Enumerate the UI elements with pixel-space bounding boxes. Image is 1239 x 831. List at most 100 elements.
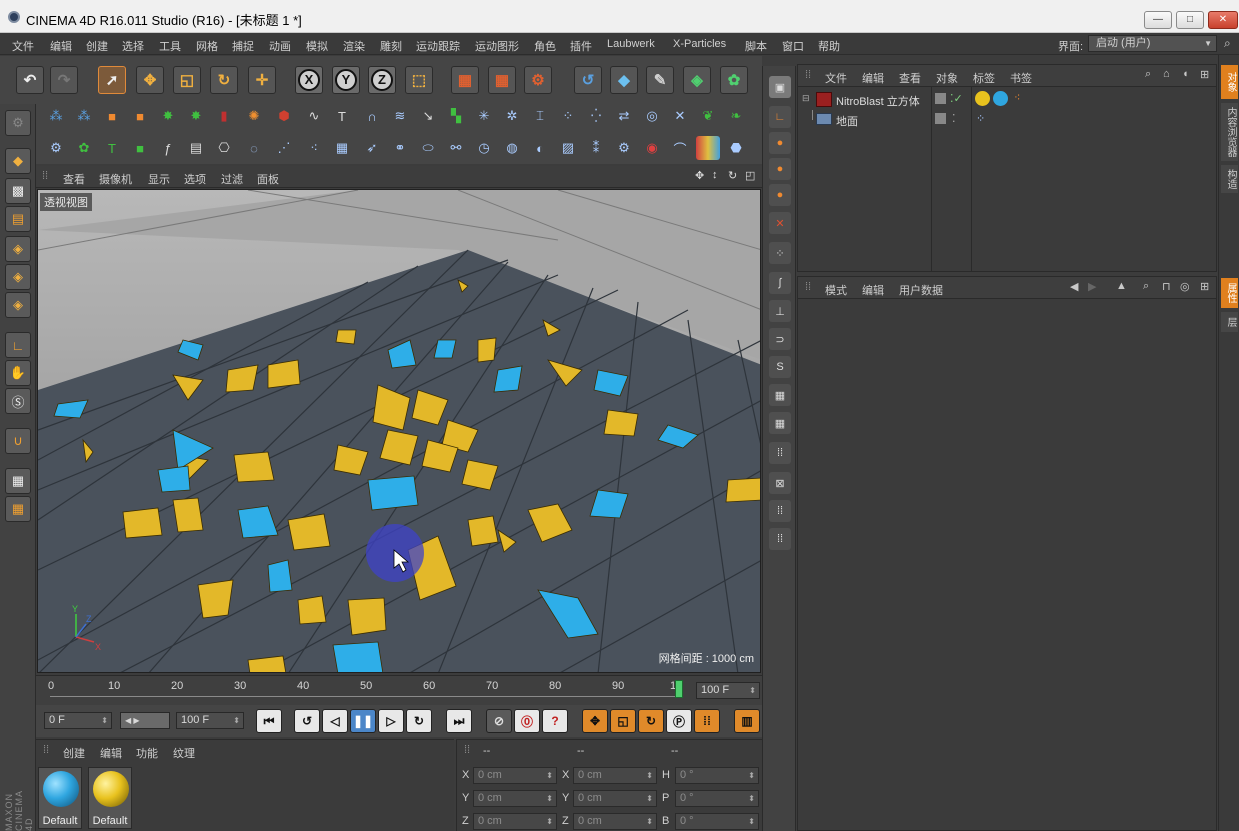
- palette-spline-icon[interactable]: ∫: [769, 272, 791, 294]
- xp-magnet-icon[interactable]: ∩: [360, 104, 384, 128]
- spinner-icon[interactable]: ⬍: [749, 683, 756, 698]
- menu-character[interactable]: 角色: [534, 38, 556, 54]
- collider-tag-icon[interactable]: ⁘: [976, 112, 985, 125]
- viewport-menu-panel[interactable]: 面板: [257, 171, 279, 187]
- xp-clock-icon[interactable]: ◷: [472, 136, 496, 160]
- palette-dots-icon[interactable]: ⁞⁞: [769, 442, 791, 464]
- max-frame-field[interactable]: 100 F ⬍: [176, 712, 244, 729]
- xp-feather-icon[interactable]: ❧: [724, 104, 748, 128]
- size-z-field[interactable]: 0 cm ⬍: [573, 813, 657, 830]
- z-axis-lock-button[interactable]: Z: [368, 66, 396, 94]
- pause-button[interactable]: ❚❚: [350, 709, 376, 733]
- key-parameter-button[interactable]: Ⓟ: [666, 709, 692, 733]
- xp-xpresso-icon[interactable]: ⬣: [724, 136, 748, 160]
- workplane-mode-icon[interactable]: ▤: [5, 206, 31, 232]
- tab-objects[interactable]: 对象: [1221, 65, 1238, 99]
- xp-camera-icon[interactable]: ⎔: [212, 136, 236, 160]
- size-x-field[interactable]: 0 cm ⬍: [573, 767, 657, 784]
- visibility-dots-icon[interactable]: ⁚: [952, 112, 956, 125]
- spinner-icon[interactable]: ⬍: [546, 768, 553, 783]
- menu-create[interactable]: 创建: [86, 38, 108, 54]
- spinner-icon[interactable]: ⬍: [233, 713, 240, 728]
- menu-laubwerk[interactable]: Laubwerk: [607, 38, 655, 50]
- size-y-field[interactable]: 0 cm ⬍: [573, 790, 657, 807]
- xp-leaf-icon[interactable]: ❦: [696, 104, 720, 128]
- om-menu-edit[interactable]: 编辑: [862, 70, 884, 86]
- xp-group-icon[interactable]: ■: [128, 104, 152, 128]
- timeline[interactable]: 0 10 20 30 40 50 60 70 80 90 1 100 F ⬍: [36, 675, 762, 705]
- palette-dots2-icon[interactable]: ⁞⁞: [769, 500, 791, 522]
- xp-gradient-icon[interactable]: [696, 136, 720, 160]
- am-menu-edit[interactable]: 编辑: [862, 282, 884, 298]
- object-row[interactable]: 地面 ⁚ ⁘: [798, 110, 1216, 130]
- material-swatch[interactable]: Default: [38, 767, 82, 829]
- current-frame-field[interactable]: 0 F ⬍: [44, 712, 112, 729]
- palette-x-icon[interactable]: ⊠: [769, 472, 791, 494]
- render-settings-icon[interactable]: ⚙: [524, 66, 552, 94]
- cube-primitive-icon[interactable]: ↺: [574, 66, 602, 94]
- spinner-icon[interactable]: ⬍: [646, 791, 653, 806]
- rotation-h-field[interactable]: 0 ° ⬍: [675, 767, 759, 784]
- close-button[interactable]: ✕: [1208, 11, 1238, 29]
- xp-settings-icon[interactable]: ⚙: [44, 136, 68, 160]
- xp-vortex-field-icon[interactable]: ◌: [242, 136, 266, 160]
- menu-select[interactable]: 选择: [122, 38, 144, 54]
- menu-window[interactable]: 窗口: [782, 38, 804, 54]
- palette-sphere-icon[interactable]: ●: [769, 132, 791, 154]
- menu-script[interactable]: 脚本: [745, 38, 767, 54]
- move-tool-icon[interactable]: ✥: [136, 66, 164, 94]
- xp-kill-icon[interactable]: ✕: [668, 104, 692, 128]
- xp-explosia-icon[interactable]: ✺: [242, 104, 266, 128]
- palette-filmstrip-icon[interactable]: ▣: [769, 76, 791, 98]
- key-rotation-button[interactable]: ↻: [638, 709, 664, 733]
- rotation-b-field[interactable]: 0 ° ⬍: [675, 813, 759, 830]
- menu-help[interactable]: 帮助: [818, 38, 840, 54]
- make-editable-icon[interactable]: ⚙: [5, 110, 31, 136]
- maximize-button[interactable]: □: [1176, 11, 1204, 29]
- search-icon[interactable]: ⌕: [1224, 36, 1231, 51]
- menu-file[interactable]: 文件: [12, 38, 34, 54]
- layout-select[interactable]: 启动 (用户) ▼: [1088, 35, 1217, 52]
- position-z-field[interactable]: 0 cm ⬍: [473, 813, 557, 830]
- xp-flock-icon[interactable]: ⁘: [556, 104, 580, 128]
- xp-follow-icon[interactable]: ⁛: [584, 104, 608, 128]
- polygons-mode-icon[interactable]: ◈: [5, 292, 31, 318]
- palette-cursor-icon[interactable]: ⁘: [769, 242, 791, 264]
- mat-menu-function[interactable]: 功能: [136, 745, 158, 761]
- record-active-objects-button[interactable]: ⓪: [514, 709, 540, 733]
- edges-mode-icon[interactable]: ◈: [5, 264, 31, 290]
- rotation-p-field[interactable]: 0 ° ⬍: [675, 790, 759, 807]
- model-mode-icon[interactable]: ◆: [5, 148, 31, 174]
- rotate-tool-icon[interactable]: ↻: [210, 66, 238, 94]
- material-swatch[interactable]: Default: [88, 767, 132, 829]
- x-axis-lock-button[interactable]: X: [295, 66, 323, 94]
- palette-delete-icon[interactable]: ✕: [769, 212, 791, 234]
- om-menu-file[interactable]: 文件: [825, 70, 847, 86]
- viewport-move-icon[interactable]: ✥: [695, 169, 704, 182]
- mat-menu-texture[interactable]: 纹理: [173, 745, 195, 761]
- menu-motion-tracking[interactable]: 运动跟踪: [416, 38, 460, 54]
- layer-icon[interactable]: [935, 113, 946, 124]
- planar-workplane-icon[interactable]: ▦: [5, 496, 31, 522]
- y-axis-lock-button[interactable]: Y: [332, 66, 360, 94]
- live-select-tool-icon[interactable]: ➚: [98, 66, 126, 94]
- record-disabled-button[interactable]: ⊘: [486, 709, 512, 733]
- position-y-field[interactable]: 0 cm ⬍: [473, 790, 557, 807]
- menu-edit[interactable]: 编辑: [50, 38, 72, 54]
- lock-workplane-icon[interactable]: ▦: [5, 468, 31, 494]
- menu-x-particles[interactable]: X-Particles: [673, 38, 726, 50]
- previous-frame-button[interactable]: ◁: [322, 709, 348, 733]
- mat-menu-create[interactable]: 创建: [63, 745, 85, 761]
- menu-simulate[interactable]: 模拟: [306, 38, 328, 54]
- menu-tools[interactable]: 工具: [159, 38, 181, 54]
- xp-modifier-icon[interactable]: ✸: [184, 104, 208, 128]
- recent-tool-icon[interactable]: ✛: [248, 66, 276, 94]
- spinner-icon[interactable]: ⬍: [546, 814, 553, 829]
- viewport-maximize-icon[interactable]: ◰: [745, 169, 755, 182]
- xp-spline-icon[interactable]: ∿: [302, 104, 326, 128]
- next-frame-button[interactable]: ▷: [378, 709, 404, 733]
- next-key-button[interactable]: ↻: [406, 709, 432, 733]
- points-mode-icon[interactable]: ◈: [5, 236, 31, 262]
- xp-pills-icon[interactable]: ⚭: [388, 136, 412, 160]
- xp-turbulence-icon[interactable]: ✳: [472, 104, 496, 128]
